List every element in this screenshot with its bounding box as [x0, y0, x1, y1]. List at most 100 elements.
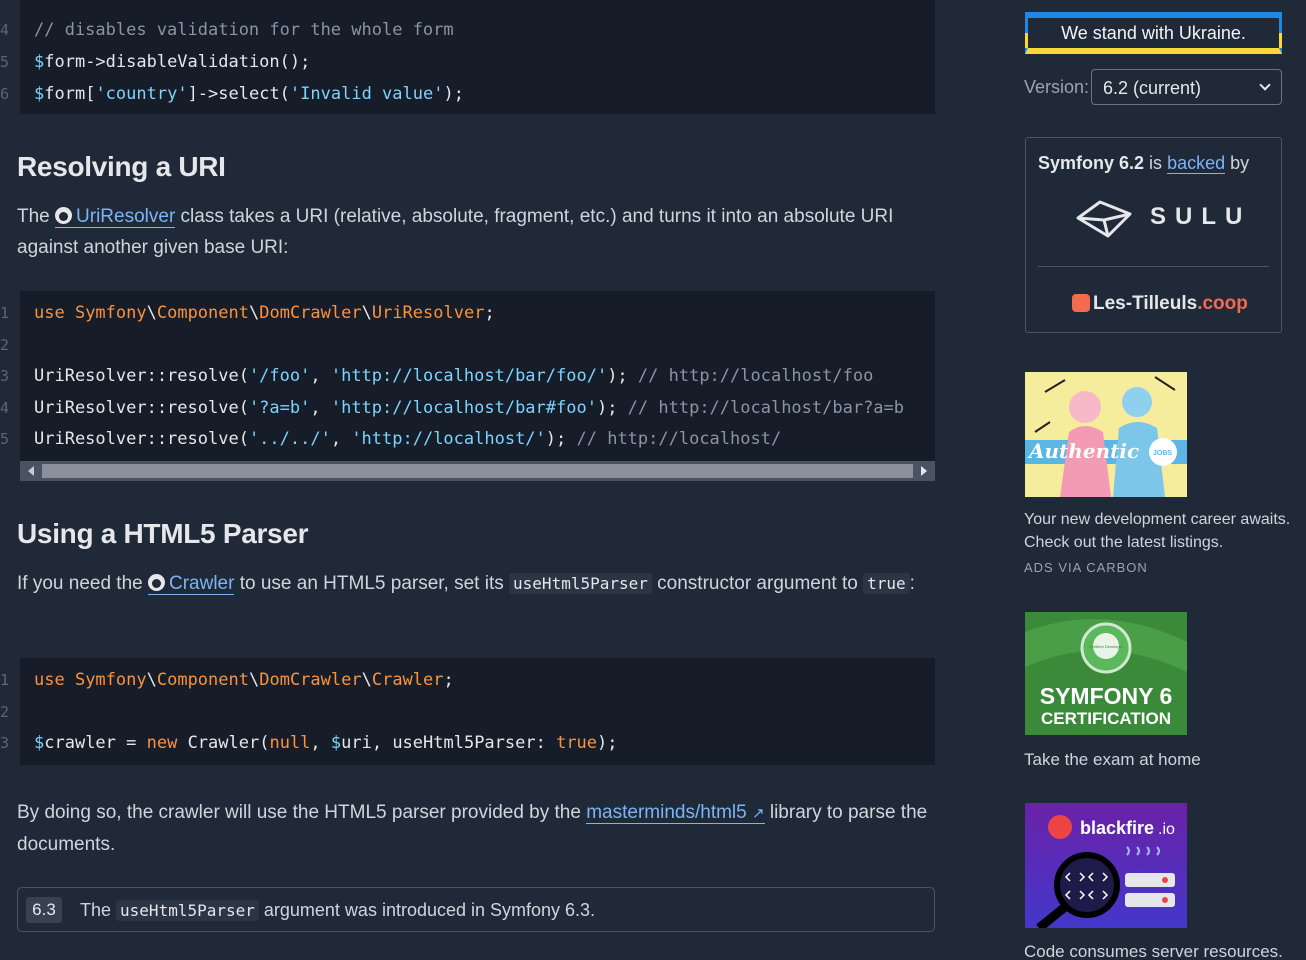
- code-token: \: [361, 303, 372, 323]
- svg-text:SYMFONY 6: SYMFONY 6: [1040, 683, 1173, 709]
- code-token: 'country': [95, 84, 188, 104]
- code-token: DomCrawler: [259, 303, 362, 323]
- backers-box: Symfony 6.2 is backed by SULU Les-Tilleu…: [1025, 137, 1282, 333]
- code-token: 'http://localhost/bar/foo/': [330, 366, 608, 386]
- code-line: use Symfony\Component\DomCrawler\Crawler…: [20, 669, 935, 691]
- code-line: $crawler = new Crawler(null, $uri, useHt…: [20, 732, 935, 754]
- svg-text:blackfire: blackfire: [1080, 818, 1154, 838]
- scroll-left-arrow-icon[interactable]: [28, 466, 34, 476]
- code-token: DomCrawler: [259, 670, 362, 690]
- code-token: Component: [156, 670, 249, 690]
- code-text: UriResolver::resolve('../../', 'http://l…: [34, 428, 781, 450]
- code-line: // disables validation for the whole for…: [20, 19, 935, 41]
- code-token: '?a=b': [248, 397, 311, 418]
- code-token: );: [545, 429, 577, 449]
- svg-text:Authentic: Authentic: [1027, 439, 1139, 463]
- version-select[interactable]: 6.2 (current): [1091, 69, 1282, 105]
- heading-html5-parser: Using a HTML5 Parser: [17, 518, 309, 549]
- ad-blackfire-image[interactable]: blackfire .io: [1025, 803, 1187, 928]
- code-line: UriResolver::resolve('../../', 'http://l…: [20, 428, 935, 450]
- paragraph-uri-resolver: The UriResolver class takes a URI (relat…: [17, 206, 894, 258]
- line-number: 5: [0, 53, 10, 71]
- sulu-cube-icon: [1076, 200, 1132, 238]
- code-token: $: [34, 84, 45, 104]
- code-token: Crawler(: [187, 733, 270, 753]
- crawler-link[interactable]: Crawler: [148, 573, 235, 595]
- code-token: '../../': [248, 429, 331, 449]
- ads-via-carbon-label[interactable]: ADS VIA CARBON: [1024, 560, 1148, 575]
- les-tilleuls-logo[interactable]: Les-Tilleuls.coop: [1072, 293, 1248, 315]
- paragraph-outro: By doing so, the crawler will use the HT…: [17, 802, 928, 855]
- code-token: form[: [44, 84, 96, 104]
- line-number: 3: [0, 734, 10, 752]
- ad-symfony-certification-caption[interactable]: Take the exam at home: [1024, 748, 1294, 771]
- code-token: crawler =: [44, 733, 147, 753]
- line-number: 5: [0, 430, 10, 448]
- code-token: use: [34, 303, 75, 323]
- code-line: $form['country']->select('Invalid value'…: [20, 83, 935, 105]
- version-added-note: 6.3 The useHtml5Parser argument was intr…: [17, 887, 935, 932]
- code-text: UriResolver::resolve('?a=b', 'http://loc…: [34, 397, 904, 419]
- ad-authentic-jobs-image[interactable]: Authentic JOBS: [1025, 372, 1187, 497]
- code-text: $form->disableValidation();: [34, 51, 310, 73]
- inline-code-true: true: [863, 573, 910, 594]
- line-number: 4: [0, 398, 10, 417]
- uriresolver-link[interactable]: UriResolver: [55, 206, 176, 228]
- line-number: 3: [0, 367, 10, 385]
- external-link-icon: ↗: [752, 805, 765, 822]
- svg-text:JOBS: JOBS: [1153, 450, 1172, 457]
- backers-divider: [1038, 266, 1269, 267]
- code-token: ;: [484, 303, 495, 323]
- code-token: Crawler: [371, 670, 444, 690]
- ukraine-banner[interactable]: We stand with Ukraine.: [1025, 12, 1282, 54]
- code-line: UriResolver::resolve('?a=b', 'http://loc…: [20, 397, 935, 419]
- backers-heading: Symfony 6.2 is backed by: [1038, 153, 1250, 174]
- code-token: $: [330, 733, 342, 753]
- scrollbar-thumb[interactable]: [42, 464, 913, 478]
- scroll-right-arrow-icon[interactable]: [921, 466, 927, 476]
- heading-resolving-uri: Resolving a URI: [17, 151, 226, 182]
- ad-authentic-jobs-caption[interactable]: Your new development career awaits. Chec…: [1024, 508, 1294, 554]
- ad-blackfire-caption[interactable]: Code consumes server resources.: [1024, 940, 1294, 960]
- code-text: use Symfony\Component\DomCrawler\UriReso…: [34, 302, 495, 324]
- line-number: 1: [0, 671, 10, 689]
- code-token: $: [34, 733, 45, 753]
- line-number: 1: [0, 304, 10, 322]
- svg-text:CERTIFICATION: CERTIFICATION: [1041, 709, 1171, 728]
- code-token: 'http://localhost/bar#foo': [330, 397, 597, 418]
- code-block-form-validation: 4 // disables validation for the whole fo…: [0, 0, 935, 114]
- code-token: Symfony: [74, 670, 147, 690]
- code-token: );: [607, 366, 638, 386]
- code-token: \: [146, 303, 157, 323]
- code-block-uri-resolver: 1 use Symfony\Component\DomCrawler\UriRes…: [0, 291, 935, 462]
- code-token: ,: [310, 733, 331, 753]
- code-token: null: [269, 733, 311, 753]
- code-token: UriResolver::resolve(: [34, 429, 249, 449]
- line-number: 2: [0, 702, 10, 721]
- code-token: Symfony: [74, 303, 147, 323]
- code-text: // disables validation for the whole for…: [34, 19, 454, 41]
- masterminds-html5-link[interactable]: masterminds/html5 ↗: [586, 802, 765, 824]
- code-token: \: [361, 670, 372, 690]
- ad-symfony-certification-image[interactable]: Certified Developer SYMFONY 6 CERTIFICAT…: [1025, 612, 1187, 735]
- code-token: new: [146, 733, 188, 753]
- code-horizontal-scrollbar[interactable]: [20, 461, 935, 481]
- backed-link[interactable]: backed: [1167, 153, 1226, 174]
- line-number: 2: [0, 335, 10, 354]
- chevron-down-icon: [1259, 79, 1271, 91]
- code-token: Component: [156, 303, 249, 323]
- code-token: ,: [310, 366, 331, 386]
- code-token: uri, useHtml5Parser:: [341, 733, 557, 753]
- sulu-logo[interactable]: SULU: [1074, 196, 1244, 241]
- code-token: );: [443, 84, 464, 104]
- code-text: UriResolver::resolve('/foo', 'http://loc…: [34, 365, 873, 387]
- code-token: true: [556, 733, 598, 753]
- code-token: $: [34, 52, 45, 72]
- line-number: 4: [0, 21, 10, 39]
- code-token: \: [146, 670, 157, 690]
- line-number: 6: [0, 85, 10, 103]
- code-token: 'Invalid value': [289, 84, 444, 104]
- code-token: );: [596, 397, 628, 418]
